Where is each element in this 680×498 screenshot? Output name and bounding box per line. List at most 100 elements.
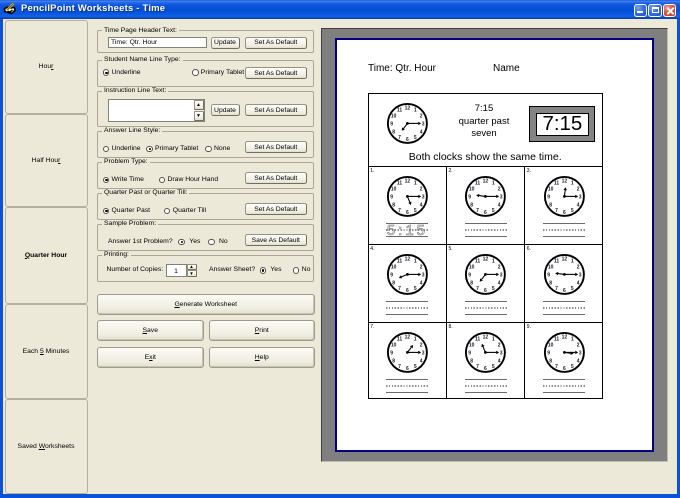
svg-text:5: 5 xyxy=(414,135,417,141)
svg-text:5: 5 xyxy=(414,208,417,214)
svg-text:10: 10 xyxy=(391,264,397,270)
svg-text:9: 9 xyxy=(390,272,393,278)
svg-text:12: 12 xyxy=(405,178,411,184)
svg-text:7: 7 xyxy=(398,286,401,292)
svg-text:12: 12 xyxy=(483,256,489,262)
svg-text:4: 4 xyxy=(576,358,579,364)
svg-text:2: 2 xyxy=(576,264,579,270)
svg-text:12: 12 xyxy=(561,256,567,262)
svg-text:5: 5 xyxy=(570,286,573,292)
svg-text:12: 12 xyxy=(483,178,489,184)
svg-text:10: 10 xyxy=(547,264,553,270)
svg-text:1: 1 xyxy=(570,336,573,342)
svg-text:11: 11 xyxy=(397,180,403,186)
svg-text:11: 11 xyxy=(397,258,403,264)
svg-text:2: 2 xyxy=(420,186,423,192)
svg-text:3: 3 xyxy=(500,194,503,200)
svg-text:12: 12 xyxy=(405,256,411,262)
svg-text:11: 11 xyxy=(553,258,559,264)
svg-text:2: 2 xyxy=(498,342,501,348)
svg-text:10: 10 xyxy=(391,186,397,192)
svg-text:3: 3 xyxy=(578,194,581,200)
svg-text:11: 11 xyxy=(475,180,481,186)
svg-text:9: 9 xyxy=(547,350,550,356)
svg-text:5: 5 xyxy=(570,208,573,214)
svg-text:1: 1 xyxy=(414,108,417,114)
svg-text:8: 8 xyxy=(549,358,552,364)
svg-text:6: 6 xyxy=(484,366,487,372)
svg-text:8: 8 xyxy=(470,280,473,286)
svg-text:8: 8 xyxy=(392,129,395,135)
svg-text:4: 4 xyxy=(576,280,579,286)
svg-text:8: 8 xyxy=(392,358,395,364)
svg-text:3: 3 xyxy=(578,272,581,278)
svg-text:2: 2 xyxy=(576,342,579,348)
svg-text:7: 7 xyxy=(476,208,479,214)
svg-text:3: 3 xyxy=(578,350,581,356)
svg-text:1: 1 xyxy=(492,336,495,342)
svg-text:11: 11 xyxy=(475,336,481,342)
svg-text:4: 4 xyxy=(498,358,501,364)
svg-text:7: 7 xyxy=(476,286,479,292)
svg-text:10: 10 xyxy=(391,114,397,120)
svg-text:1: 1 xyxy=(492,180,495,186)
svg-text:7: 7 xyxy=(398,364,401,370)
svg-text:6: 6 xyxy=(563,288,566,294)
svg-text:5: 5 xyxy=(414,364,417,370)
svg-text:1: 1 xyxy=(570,180,573,186)
svg-text:7: 7 xyxy=(398,135,401,141)
svg-text:8: 8 xyxy=(549,280,552,286)
svg-text:12: 12 xyxy=(405,334,411,340)
svg-text:9: 9 xyxy=(468,272,471,278)
svg-text:7: 7 xyxy=(555,364,558,370)
svg-text:5: 5 xyxy=(492,364,495,370)
svg-text:3: 3 xyxy=(421,121,424,127)
svg-text:3: 3 xyxy=(422,194,425,200)
svg-text:5: 5 xyxy=(492,286,495,292)
svg-text:10: 10 xyxy=(469,186,475,192)
svg-text:6: 6 xyxy=(406,366,409,372)
svg-text:5: 5 xyxy=(414,286,417,292)
svg-text:2: 2 xyxy=(419,114,422,120)
svg-text:4: 4 xyxy=(419,129,422,135)
svg-text:9: 9 xyxy=(390,350,393,356)
svg-text:2: 2 xyxy=(498,186,501,192)
svg-text:6: 6 xyxy=(484,210,487,216)
svg-text:10: 10 xyxy=(547,342,553,348)
svg-text:8: 8 xyxy=(392,280,395,286)
svg-text:5: 5 xyxy=(570,364,573,370)
svg-text:6: 6 xyxy=(563,210,566,216)
svg-text:9: 9 xyxy=(390,121,393,127)
svg-text:4: 4 xyxy=(576,202,579,208)
svg-text:10: 10 xyxy=(469,342,475,348)
svg-text:1: 1 xyxy=(414,336,417,342)
svg-text:12: 12 xyxy=(404,106,410,112)
svg-text:10: 10 xyxy=(547,186,553,192)
svg-text:5: 5 xyxy=(492,208,495,214)
svg-text:3: 3 xyxy=(422,350,425,356)
svg-text:6: 6 xyxy=(563,366,566,372)
svg-text:3: 3 xyxy=(500,350,503,356)
svg-text:1: 1 xyxy=(414,180,417,186)
svg-text:2: 2 xyxy=(576,186,579,192)
svg-text:10: 10 xyxy=(391,342,397,348)
svg-text:8: 8 xyxy=(392,202,395,208)
svg-text:7: 7 xyxy=(555,286,558,292)
svg-text:6: 6 xyxy=(406,137,409,143)
svg-text:1: 1 xyxy=(570,258,573,264)
svg-text:1: 1 xyxy=(492,258,495,264)
svg-text:4: 4 xyxy=(498,202,501,208)
svg-text:11: 11 xyxy=(553,336,559,342)
svg-text:6: 6 xyxy=(484,288,487,294)
svg-text:9: 9 xyxy=(468,350,471,356)
svg-text:7: 7 xyxy=(398,208,401,214)
svg-text:11: 11 xyxy=(397,336,403,342)
svg-text:2: 2 xyxy=(420,264,423,270)
svg-text:11: 11 xyxy=(396,108,402,114)
svg-text:3: 3 xyxy=(500,272,503,278)
svg-text:9: 9 xyxy=(390,194,393,200)
svg-text:7: 7 xyxy=(555,208,558,214)
svg-text:2: 2 xyxy=(498,264,501,270)
svg-text:9: 9 xyxy=(547,194,550,200)
svg-text:6: 6 xyxy=(406,210,409,216)
